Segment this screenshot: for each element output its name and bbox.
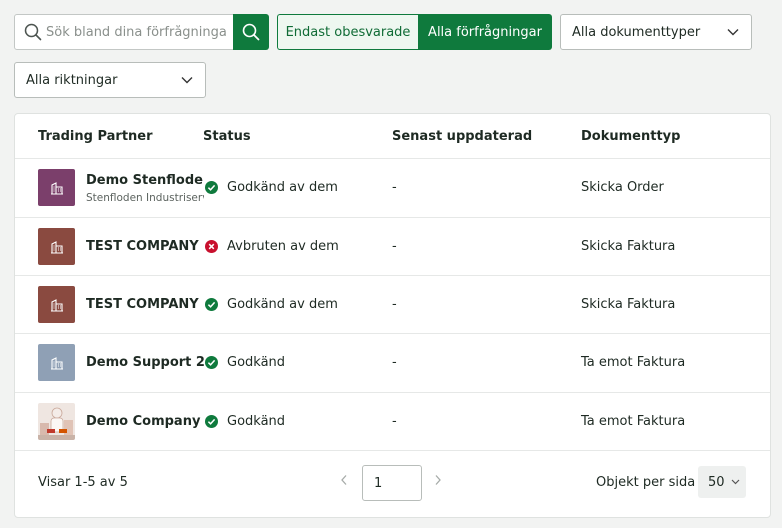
table-row[interactable]: Demo Stenfloden Stenfloden Industriservi… [15,159,770,217]
building-icon [50,181,63,195]
doctype-cell: Ta emot Faktura [581,414,686,429]
column-header-status[interactable]: Status [203,129,251,144]
search-button[interactable] [233,14,269,50]
per-page-select[interactable]: 50 [698,466,746,498]
chevron-down-icon [731,479,739,485]
partner-name: Demo Support 2 [86,355,204,370]
updated-cell: - [392,414,397,429]
previous-page-button[interactable] [340,474,348,490]
building-icon [50,298,63,312]
filter-unanswered-label: Endast obesvarade [285,24,411,40]
partner-name: Demo Stenfloden [86,173,204,188]
search-icon [24,23,42,41]
column-header-updated[interactable]: Senast uppdaterad [392,129,532,144]
check-circle-icon [205,356,218,369]
search-field[interactable] [14,14,234,50]
status-cell: Godkänd [205,414,285,429]
table-row[interactable]: Demo Support 2 Godkänd - Ta emot Faktura [15,334,770,392]
direction-select[interactable]: Alla riktningar [14,62,206,98]
per-page-label: Objekt per sida [596,475,696,490]
updated-cell: - [392,180,397,195]
doctype-cell: Skicka Order [581,180,664,195]
partner-name: TEST COMPANY [86,239,199,254]
building-icon [50,240,63,254]
status-cell: Godkänd av dem [205,180,338,195]
table-row[interactable]: TEST COMPANY Avbruten av dem - Skicka Fa… [15,218,770,276]
column-header-partner[interactable]: Trading Partner [38,129,153,144]
status-text: Godkänd av dem [227,180,338,195]
page-number-input[interactable]: 1 [362,465,422,501]
search-icon [242,23,260,41]
chevron-left-icon [341,475,347,485]
document-type-value: Alla dokumenttyper [572,24,701,40]
filter-all-label: Alla förfrågningar [428,24,542,40]
document-type-select[interactable]: Alla dokumenttyper [560,14,752,50]
partner-logo [38,286,75,323]
partner-logo [38,403,75,440]
table-row[interactable]: Demo Company 3 Godkänd - Ta emot Faktura [15,393,770,451]
cancel-circle-icon [205,240,218,253]
check-circle-icon [205,415,218,428]
filter-unanswered-button[interactable]: Endast obesvarade [277,14,418,50]
doctype-cell: Ta emot Faktura [581,355,686,370]
check-circle-icon [205,298,218,311]
check-circle-icon [205,181,218,194]
page-number-value: 1 [374,475,383,491]
filter-all-button[interactable]: Alla förfrågningar [418,14,552,50]
partner-name: Demo Company 3 [86,414,204,429]
chevron-right-icon [435,475,441,485]
updated-cell: - [392,239,397,254]
requests-table-card: Trading Partner Status Senast uppdaterad… [14,113,771,518]
per-page-value: 50 [708,474,725,490]
partner-logo [38,228,75,265]
updated-cell: - [392,355,397,370]
column-header-doctype[interactable]: Dokumenttyp [581,129,680,144]
status-cell: Godkänd av dem [205,297,338,312]
doctype-cell: Skicka Faktura [581,297,676,312]
chevron-down-icon [181,77,193,84]
building-icon [50,356,63,370]
status-text: Godkänd av dem [227,297,338,312]
partner-name: TEST COMPANY [86,297,199,312]
chevron-down-icon [727,29,739,36]
footer-divider [15,450,770,451]
partner-subtitle: Stenfloden Industriservice [86,192,204,204]
search-input[interactable] [46,24,226,40]
doctype-cell: Skicka Faktura [581,239,676,254]
status-cell: Avbruten av dem [205,239,339,254]
direction-value: Alla riktningar [26,72,118,88]
updated-cell: - [392,297,397,312]
partner-logo [38,344,75,381]
status-text: Godkänd [227,355,286,370]
status-text: Avbruten av dem [227,239,339,254]
partner-logo [38,169,75,206]
status-cell: Godkänd [205,355,285,370]
results-count: Visar 1-5 av 5 [38,475,128,490]
next-page-button[interactable] [434,474,442,490]
photo-thumbnail [38,403,75,440]
table-row[interactable]: TEST COMPANY Godkänd av dem - Skicka Fak… [15,276,770,334]
status-text: Godkänd [227,414,286,429]
